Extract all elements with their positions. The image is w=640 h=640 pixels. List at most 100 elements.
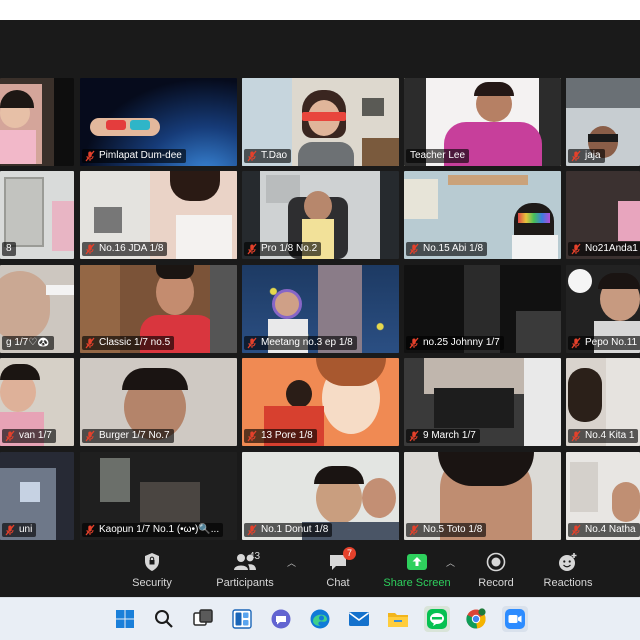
mic-muted-icon (570, 243, 582, 255)
mic-muted-icon (408, 430, 420, 442)
video-tile[interactable]: No.5 Toto 1/8 (404, 452, 561, 540)
mic-muted-icon (408, 243, 420, 255)
reactions-button[interactable]: Reactions (540, 550, 596, 594)
mic-muted-icon (246, 430, 258, 442)
chat-button[interactable]: 7 Chat (318, 547, 358, 594)
edge-icon[interactable] (307, 606, 333, 632)
chat-icon: 7 (328, 547, 356, 574)
participant-name: uni (2, 523, 37, 537)
participant-name: Pepo No.11 (568, 336, 640, 350)
shield-icon (143, 550, 161, 574)
mic-muted-icon (408, 524, 420, 536)
video-tile[interactable]: Pro 1/8 No.2 (242, 171, 399, 259)
mic-muted-icon (570, 150, 582, 162)
mic-muted-icon (246, 150, 258, 162)
video-tile[interactable]: Classic 1/7 no.5 (80, 265, 237, 353)
participant-name: No.4 Kita 1 (568, 429, 639, 443)
teams-chat-icon[interactable] (268, 606, 294, 632)
video-tile[interactable]: No.16 JDA 1/8 (80, 171, 237, 259)
participant-name: No.15 Abi 1/8 (406, 242, 488, 256)
record-icon (486, 550, 506, 574)
participant-name: 8 (2, 242, 16, 256)
mic-muted-icon (246, 337, 258, 349)
participant-name: T.Dao (244, 149, 292, 163)
mail-icon[interactable] (346, 606, 372, 632)
video-tile[interactable]: 8 (0, 171, 74, 259)
participant-name: Kaopun 1/7 No.1 (•ω•)🔍... (82, 523, 224, 537)
mic-muted-icon (84, 524, 96, 536)
gallery-view: Pimlapat Dum-dee T.Dao Teacher Lee jaja … (0, 20, 640, 544)
share-screen-button[interactable]: Share Screen (382, 550, 452, 594)
video-tile[interactable]: jaja (566, 78, 640, 166)
windows-start-icon[interactable] (112, 606, 138, 632)
participants-options-caret[interactable]: ︿ (287, 556, 296, 569)
participant-name: Teacher Lee (406, 149, 470, 163)
video-tile[interactable] (0, 78, 74, 166)
zoom-icon[interactable] (502, 606, 528, 632)
participant-name: No.4 Natha (568, 523, 640, 537)
video-tile[interactable]: No.4 Natha (566, 452, 640, 540)
participant-name: 13 Pore 1/8 (244, 429, 317, 443)
participant-name: no.25 Johnny 1/7 (406, 336, 504, 350)
participant-name: van 1/7 (2, 429, 56, 443)
video-tile-active-speaker[interactable]: Teacher Lee (404, 78, 561, 166)
zoom-meeting-window: Pimlapat Dum-dee T.Dao Teacher Lee jaja … (0, 20, 640, 597)
mic-muted-icon (246, 243, 258, 255)
line-icon[interactable] (424, 606, 450, 632)
mic-muted-icon (84, 243, 96, 255)
participants-icon: 43 (223, 550, 267, 574)
search-icon[interactable] (151, 606, 177, 632)
mic-muted-icon (570, 337, 582, 349)
video-tile[interactable]: T.Dao (242, 78, 399, 166)
participant-name: Burger 1/7 No.7 (82, 429, 174, 443)
participant-name: Pimlapat Dum-dee (82, 149, 186, 163)
participant-name: Classic 1/7 no.5 (82, 336, 175, 350)
chat-unread-badge: 7 (343, 547, 356, 560)
video-tile[interactable]: Kaopun 1/7 No.1 (•ω•)🔍... (80, 452, 237, 540)
video-tile[interactable]: No.15 Abi 1/8 (404, 171, 561, 259)
participant-name: g 1/7♡🐼 (2, 336, 54, 350)
video-tile[interactable]: Burger 1/7 No.7 (80, 358, 237, 446)
video-tile[interactable]: No.1 Donut 1/8 (242, 452, 399, 540)
record-button[interactable]: Record (474, 550, 518, 594)
participant-name: No.16 JDA 1/8 (82, 242, 168, 256)
video-tile[interactable]: 9 March 1/7 (404, 358, 561, 446)
task-view-icon[interactable] (190, 606, 216, 632)
participant-name: No21Anda1 (568, 242, 640, 256)
share-screen-icon (406, 550, 428, 574)
mic-muted-icon (4, 430, 16, 442)
video-tile[interactable]: 13 Pore 1/8 (242, 358, 399, 446)
video-tile[interactable]: No.4 Kita 1 (566, 358, 640, 446)
widgets-icon[interactable] (229, 606, 255, 632)
windows-taskbar (0, 597, 640, 640)
mic-muted-icon (570, 430, 582, 442)
mic-muted-icon (84, 150, 96, 162)
video-tile[interactable]: Meetang no.3 ep 1/8 (242, 265, 399, 353)
participant-name: No.1 Donut 1/8 (244, 523, 333, 537)
reactions-icon (557, 550, 579, 574)
video-tile[interactable]: No21Anda1 (566, 171, 640, 259)
file-explorer-icon[interactable] (385, 606, 411, 632)
participant-name: 9 March 1/7 (406, 429, 480, 443)
mic-muted-icon (246, 524, 258, 536)
share-options-caret[interactable]: ︿ (446, 556, 455, 569)
video-tile[interactable]: g 1/7♡🐼 (0, 265, 74, 353)
participants-button[interactable]: 43 Participants (210, 550, 280, 594)
participant-name: No.5 Toto 1/8 (406, 523, 487, 537)
video-tile[interactable]: Pimlapat Dum-dee (80, 78, 237, 166)
video-tile[interactable]: no.25 Johnny 1/7 (404, 265, 561, 353)
mic-muted-icon (4, 524, 16, 536)
mic-muted-icon (570, 524, 582, 536)
chrome-icon[interactable] (463, 606, 489, 632)
mic-muted-icon (408, 337, 420, 349)
video-tile[interactable]: van 1/7 (0, 358, 74, 446)
meeting-toolbar: Security 43 Participants ︿ 7 Chat Share … (0, 544, 640, 597)
video-tile[interactable]: Pepo No.11 (566, 265, 640, 353)
participant-name: jaja (568, 149, 605, 163)
security-button[interactable]: Security (124, 550, 180, 594)
participant-name: Meetang no.3 ep 1/8 (244, 336, 357, 350)
mic-muted-icon (84, 430, 96, 442)
video-tile[interactable]: uni (0, 452, 74, 540)
participants-count: 43 (249, 551, 261, 562)
mic-muted-icon (84, 337, 96, 349)
